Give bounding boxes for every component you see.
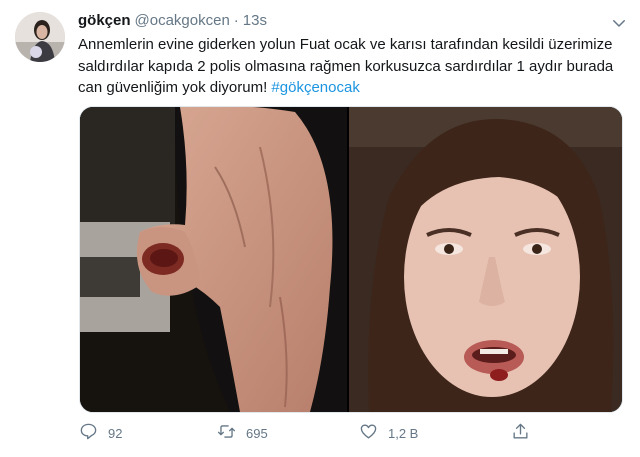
hashtag-link[interactable]: #gökçenocak [271,79,359,96]
avatar[interactable] [15,12,65,62]
like-count: 1,2 B [388,425,419,441]
user-handle[interactable]: @ocakgokcen [135,12,230,29]
like-icon [359,422,388,444]
separator-dot: · [233,12,239,29]
reply-icon [79,422,108,444]
media-grid [79,106,623,413]
retweet-icon [217,422,246,444]
tweet-text: Annemlerin evine giderken yolun Fuat oca… [78,34,623,99]
reply-count: 92 [108,425,123,441]
tweet-card: gökçen @ocakgokcen · 13s Annemlerin evine g… [0,0,640,457]
timestamp[interactable]: 13s [243,12,267,29]
tweet-actions: 92 695 1,2 B [79,420,539,446]
photo-injured-face[interactable] [349,107,622,412]
tweet-header: gökçen @ocakgokcen · 13s [78,12,267,32]
reply-button[interactable]: 92 [79,420,122,446]
retweet-button[interactable]: 695 [217,420,268,446]
retweet-count: 695 [246,425,268,441]
share-icon [511,422,540,444]
display-name[interactable]: gökçen [78,12,131,29]
chevron-down-icon[interactable] [610,14,628,32]
share-button[interactable] [511,420,540,446]
like-button[interactable]: 1,2 B [359,420,418,446]
photo-injured-hand[interactable] [80,107,347,412]
